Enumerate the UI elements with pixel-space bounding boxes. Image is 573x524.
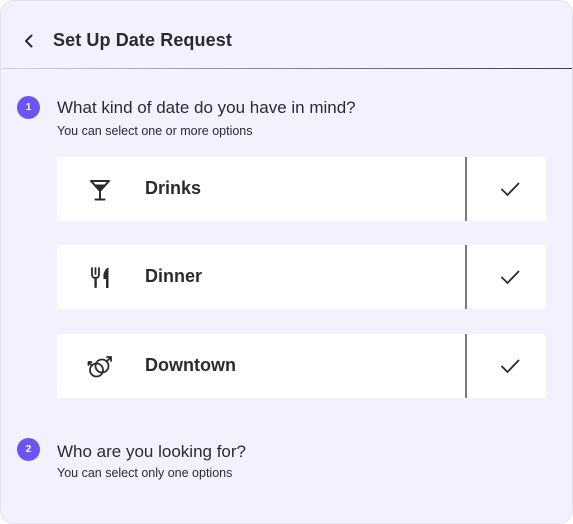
option-divider [465,334,467,398]
gender-symbols-icon [87,354,113,380]
fork-knife-icon [87,265,113,291]
checkmark-icon[interactable] [499,178,521,200]
step-badge-1: 1 [17,96,40,119]
option-label: Drinks [145,178,202,198]
step-2-subtitle: You can select only one options [57,466,233,480]
checkmark-icon[interactable] [499,266,521,288]
page-title: Set Up Date Request [53,30,232,50]
option-downtown[interactable]: Downtown [57,334,546,398]
checkmark-icon[interactable] [499,355,521,377]
step-2-title: Who are you looking for? [57,442,246,461]
step-1-subtitle: You can select one or more options [57,124,253,138]
header-divider [1,68,572,69]
chevron-left-icon [25,34,33,48]
header: Set Up Date Request [1,1,572,69]
option-label: Dinner [145,266,203,286]
back-button[interactable] [17,29,41,53]
option-divider [465,157,467,221]
step-badge-2: 2 [17,438,40,461]
option-dinner[interactable]: Dinner [57,245,546,309]
option-drinks[interactable]: Drinks [57,157,546,221]
cocktail-icon [87,177,113,203]
date-request-card: Set Up Date Request 1 What kind of date … [0,0,573,524]
option-divider [465,245,467,309]
option-label: Downtown [145,355,236,375]
step-1-title: What kind of date do you have in mind? [57,98,356,117]
